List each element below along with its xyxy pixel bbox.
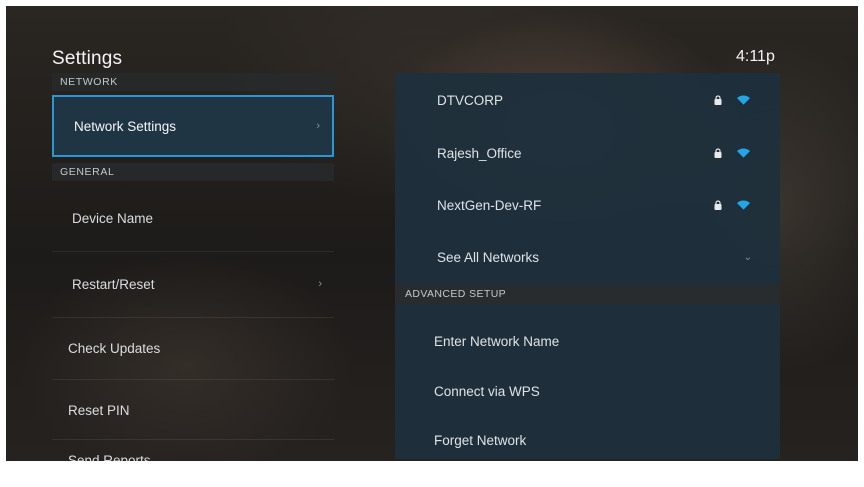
menu-item-label: Reset PIN [68,402,130,418]
network-name: Rajesh_Office [437,145,522,161]
menu-item-restart-reset[interactable]: Restart/Reset › [52,252,334,316]
wifi-icon [737,95,750,105]
section-header-advanced-setup: ADVANCED SETUP [395,284,780,304]
lock-icon [714,200,722,210]
section-header-network: NETWORK [52,73,334,91]
network-item[interactable]: Rajesh_Office [395,128,780,178]
tv-screen: Settings 4:11p NETWORK Network Settings … [6,6,858,461]
advanced-item-label: Connect via WPS [434,383,540,399]
section-header-general: GENERAL [52,163,334,181]
enter-network-name-item[interactable]: Enter Network Name [395,317,780,365]
advanced-item-label: Enter Network Name [434,333,560,349]
network-item[interactable]: DTVCORP [395,75,780,125]
lock-icon [714,148,722,158]
menu-item-send-reports[interactable]: Send Reports [52,440,334,462]
network-name: NextGen-Dev-RF [437,197,542,213]
clock: 4:11p [736,48,775,65]
menu-item-check-updates[interactable]: Check Updates [52,318,334,378]
menu-item-label: Device Name [72,210,154,226]
advanced-item-label: Forget Network [434,432,527,448]
network-item[interactable]: NextGen-Dev-RF [395,180,780,230]
menu-item-reset-pin[interactable]: Reset PIN [52,380,334,440]
see-all-label: See All Networks [437,249,540,265]
connect-via-wps-item[interactable]: Connect via WPS [395,367,780,415]
menu-item-label: Restart/Reset [72,276,155,292]
chevron-down-icon: ⌄ [743,251,752,263]
lock-icon [714,95,722,105]
wifi-icon [737,148,750,158]
chevron-right-icon: › [318,278,322,290]
menu-item-label: Network Settings [74,118,177,134]
network-name: DTVCORP [437,92,504,108]
chevron-right-icon: › [316,120,320,132]
menu-item-label: Check Updates [68,340,161,356]
network-panel: DTVCORP Rajesh_Office NextGen-Dev-RF See… [395,73,780,459]
menu-item-device-name[interactable]: Device Name [52,186,334,250]
menu-item-label: Send Reports [68,452,151,462]
page-title: Settings [52,48,123,69]
menu-item-network-settings[interactable]: Network Settings › [52,95,334,157]
forget-network-item[interactable]: Forget Network [395,416,780,461]
see-all-networks[interactable]: See All Networks ⌄ [395,232,780,282]
wifi-icon [737,200,750,210]
